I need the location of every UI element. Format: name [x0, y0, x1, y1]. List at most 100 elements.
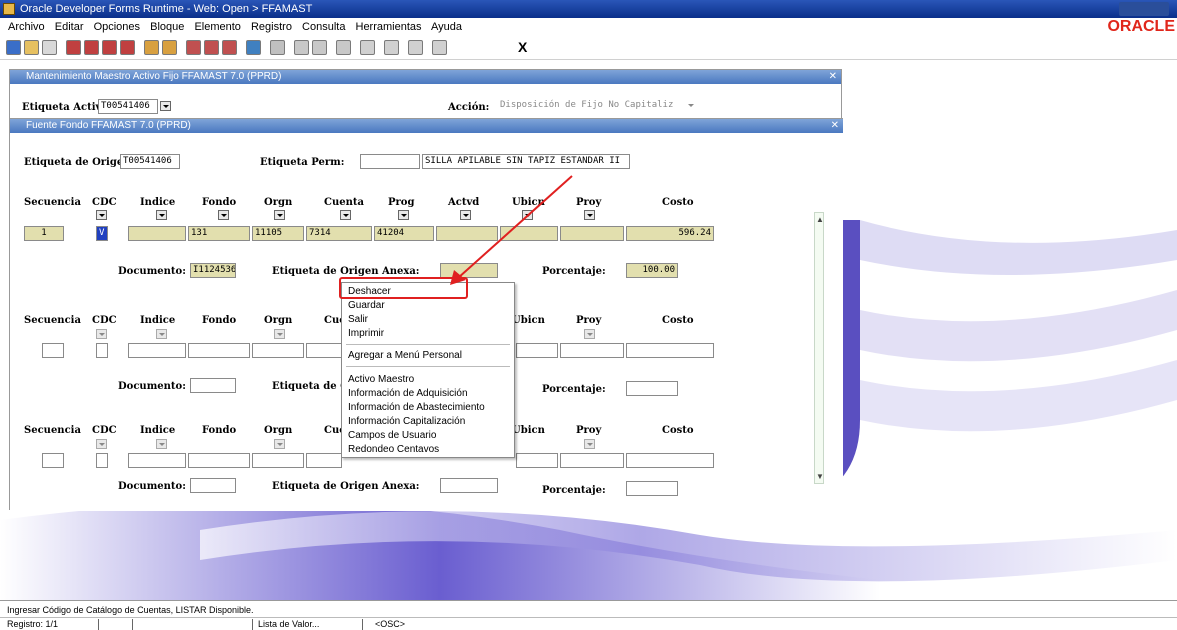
etiqueta-field[interactable]: T00541406 — [98, 99, 158, 114]
edit-icon[interactable] — [294, 40, 309, 55]
help-icon[interactable] — [336, 40, 351, 55]
previous-record-icon[interactable] — [204, 40, 219, 55]
orgn-dropdown-icon[interactable] — [274, 439, 285, 449]
paste-icon[interactable] — [102, 40, 117, 55]
orgn-field[interactable]: 11105 — [252, 226, 304, 241]
menu-registro[interactable]: Registro — [251, 21, 292, 33]
documento-field[interactable]: I1124536 — [190, 263, 236, 278]
menu-editar[interactable]: Editar — [55, 21, 84, 33]
save-icon[interactable] — [6, 40, 21, 55]
options-icon[interactable] — [360, 40, 375, 55]
next-record-icon[interactable] — [222, 40, 237, 55]
fondo-field[interactable]: 131 — [188, 226, 250, 241]
cuenta-dropdown-icon[interactable] — [340, 210, 351, 220]
costo-field[interactable] — [626, 343, 714, 358]
clear-icon[interactable] — [120, 40, 135, 55]
menu-item-salir[interactable]: Salir — [348, 314, 368, 325]
proy-field[interactable] — [560, 453, 624, 468]
scroll-up-icon[interactable]: ▲ — [816, 215, 824, 224]
cdc-field[interactable]: V — [96, 226, 108, 241]
exit-icon[interactable] — [42, 40, 57, 55]
lookup-icon[interactable] — [312, 40, 327, 55]
proy-dropdown-icon[interactable] — [584, 210, 595, 220]
prog-dropdown-icon[interactable] — [398, 210, 409, 220]
cdc-dropdown-icon[interactable] — [96, 439, 107, 449]
accion-dropdown-icon[interactable] — [686, 101, 697, 111]
insert-record-icon[interactable] — [144, 40, 159, 55]
menu-elemento[interactable]: Elemento — [194, 21, 240, 33]
print-icon[interactable] — [24, 40, 39, 55]
list-values-icon[interactable] — [270, 40, 285, 55]
documento-field[interactable] — [190, 378, 236, 393]
first-record-icon[interactable] — [186, 40, 201, 55]
close-icon[interactable]: ✕ — [829, 70, 837, 84]
close-icon[interactable]: ✕ — [831, 119, 839, 133]
porcentaje-field[interactable] — [626, 381, 678, 396]
indice-field[interactable] — [128, 343, 186, 358]
fondo-field[interactable] — [188, 343, 250, 358]
menu-item-informacion-abastecimiento[interactable]: Información de Abastecimiento — [348, 402, 485, 413]
report-icon[interactable] — [408, 40, 423, 55]
menu-herramientas[interactable]: Herramientas — [356, 21, 422, 33]
window-icon[interactable] — [384, 40, 399, 55]
scroll-down-icon[interactable]: ▼ — [816, 472, 824, 481]
fondo-dropdown-icon[interactable] — [218, 210, 229, 220]
costo-field[interactable] — [626, 453, 714, 468]
description-field[interactable]: SILLA APILABLE SIN TAPIZ ESTANDAR II — [422, 154, 630, 169]
secuencia-field[interactable] — [42, 343, 64, 358]
cdc-field[interactable] — [96, 343, 108, 358]
menu-opciones[interactable]: Opciones — [94, 21, 140, 33]
cuenta-field[interactable]: 7314 — [306, 226, 372, 241]
proy-field[interactable] — [560, 343, 624, 358]
cuenta-field[interactable] — [306, 343, 342, 358]
ubicn-field[interactable] — [516, 343, 558, 358]
menu-consulta[interactable]: Consulta — [302, 21, 345, 33]
orgn-dropdown-icon[interactable] — [274, 210, 285, 220]
indice-dropdown-icon[interactable] — [156, 439, 167, 449]
orgn-field[interactable] — [252, 453, 304, 468]
menu-ayuda[interactable]: Ayuda — [431, 21, 462, 33]
indice-dropdown-icon[interactable] — [156, 329, 167, 339]
window-controls[interactable] — [1119, 2, 1169, 16]
menu-item-activo-maestro[interactable]: Activo Maestro — [348, 374, 414, 385]
enter-query-icon[interactable] — [246, 40, 261, 55]
costo-field[interactable]: 596.24 — [626, 226, 714, 241]
cdc-field[interactable] — [96, 453, 108, 468]
indice-field[interactable] — [128, 453, 186, 468]
origen-field[interactable]: T00541406 — [120, 154, 180, 169]
orgn-field[interactable] — [252, 343, 304, 358]
indice-dropdown-icon[interactable] — [156, 210, 167, 220]
prog-field[interactable]: 41204 — [374, 226, 434, 241]
menu-item-redondeo-centavos[interactable]: Redondeo Centavos — [348, 444, 439, 455]
secuencia-field[interactable] — [42, 453, 64, 468]
menu-item-imprimir[interactable]: Imprimir — [348, 328, 384, 339]
perm-field[interactable] — [360, 154, 420, 169]
settings-icon[interactable] — [432, 40, 447, 55]
accion-field[interactable]: Disposición de Fijo No Capitaliz — [498, 99, 698, 114]
menu-bloque[interactable]: Bloque — [150, 21, 184, 33]
proy-dropdown-icon[interactable] — [584, 439, 595, 449]
close-icon[interactable]: X — [518, 39, 527, 55]
documento-field[interactable] — [190, 478, 236, 493]
indice-field[interactable] — [128, 226, 186, 241]
cdc-dropdown-icon[interactable] — [96, 210, 107, 220]
delete-record-icon[interactable] — [162, 40, 177, 55]
records-scrollbar[interactable]: ▲ ▼ — [814, 212, 824, 484]
etiqueta-anexa-field[interactable] — [440, 478, 498, 493]
menu-item-guardar[interactable]: Guardar — [348, 300, 385, 311]
fondo-field[interactable] — [188, 453, 250, 468]
proy-dropdown-icon[interactable] — [584, 329, 595, 339]
secuencia-field[interactable]: 1 — [24, 226, 64, 241]
menu-item-campos-usuario[interactable]: Campos de Usuario — [348, 430, 436, 441]
copy-icon[interactable] — [84, 40, 99, 55]
menu-archivo[interactable]: Archivo — [8, 21, 45, 33]
menu-item-informacion-capitalizacion[interactable]: Información Capitalización — [348, 416, 465, 427]
orgn-dropdown-icon[interactable] — [274, 329, 285, 339]
menu-item-informacion-adquisicion[interactable]: Información de Adquisición — [348, 388, 468, 399]
cdc-dropdown-icon[interactable] — [96, 329, 107, 339]
menu-item-agregar-menu-personal[interactable]: Agregar a Menú Personal — [348, 350, 462, 361]
cut-icon[interactable] — [66, 40, 81, 55]
porcentaje-field[interactable] — [626, 481, 678, 496]
porcentaje-field[interactable]: 100.00 — [626, 263, 678, 278]
cuenta-field[interactable] — [306, 453, 342, 468]
